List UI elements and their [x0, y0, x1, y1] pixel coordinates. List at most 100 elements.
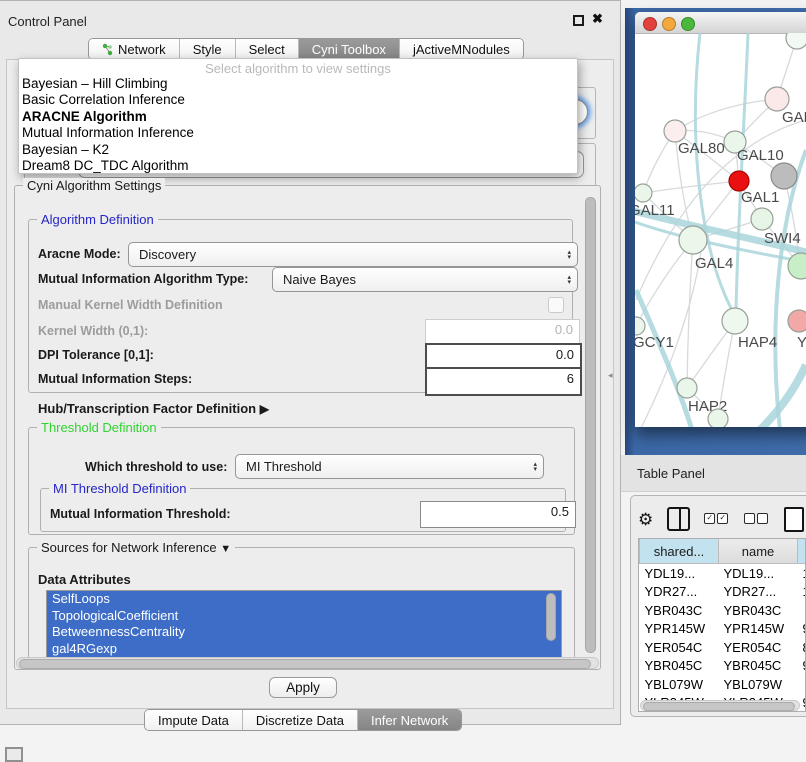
algorithm-option[interactable]: Bayesian – Hill Climbing — [19, 76, 577, 92]
mi-threshold-field[interactable]: 0.5 — [420, 501, 576, 528]
tab-impute-data[interactable]: Impute Data — [145, 710, 243, 730]
table-cell: YBR043C — [719, 601, 798, 620]
settings-vertical-scrollbar[interactable] — [585, 197, 596, 653]
mi-steps-field[interactable]: 6 — [425, 367, 582, 396]
columns-icon[interactable] — [667, 507, 690, 531]
table-row[interactable]: YBR043CYBR043C — [640, 601, 806, 620]
table-row[interactable]: YDL19...YDL19...13 — [640, 564, 806, 583]
tab-network[interactable]: Network — [89, 39, 180, 59]
network-graph[interactable]: GALGAL80GAL10GAL1SWI4GAL11GAL4GCY1HAP4YH… — [635, 33, 806, 427]
attribute-item[interactable]: BetweennessCentrality — [47, 624, 561, 641]
combo-arrows-icon: ▴▾ — [533, 462, 537, 472]
network-node[interactable] — [635, 184, 652, 202]
settings-hscroll-thumb[interactable] — [19, 659, 591, 669]
network-node[interactable] — [708, 409, 728, 427]
network-node[interactable] — [729, 171, 749, 191]
table-cell: YBL079W — [719, 675, 798, 694]
table-row[interactable]: YBL079WYBL079W — [640, 675, 806, 694]
network-edge — [675, 99, 777, 131]
table-row[interactable]: YDR27...YDR27...12 — [640, 583, 806, 602]
table-cell: 8. — [798, 638, 806, 657]
aracne-mode-value: Discovery — [139, 247, 196, 262]
panel-grabber-icon[interactable]: ◂ — [608, 370, 613, 381]
network-node[interactable] — [788, 253, 806, 279]
algorithm-option[interactable]: Mutual Information Inference — [19, 125, 577, 141]
network-node[interactable] — [635, 317, 645, 335]
settings-hscroll-track[interactable] — [16, 657, 599, 669]
column-header[interactable]: A — [798, 539, 806, 564]
collapsed-panel-button[interactable] — [5, 747, 23, 762]
network-window-titlebar[interactable] — [635, 12, 806, 34]
tab-infer-network[interactable]: Infer Network — [358, 710, 461, 730]
network-node[interactable] — [788, 310, 806, 332]
network-node[interactable] — [722, 308, 748, 334]
table-row[interactable]: YPR145WYPR145W9. — [640, 620, 806, 639]
sources-group-title[interactable]: Sources for Network Inference ▼ — [37, 540, 235, 555]
close-traffic-light-icon[interactable] — [643, 17, 657, 31]
table-hscroll-track[interactable] — [640, 700, 800, 711]
deselect-all-icon[interactable] — [744, 510, 770, 528]
mi-type-combobox[interactable]: Naive Bayes ▴▾ — [272, 267, 578, 292]
table-cell: 9. — [798, 657, 806, 676]
table-cell: 9. — [798, 620, 806, 639]
algorithm-popup-placeholder: Select algorithm to view settings — [19, 59, 577, 76]
data-attributes-list[interactable]: SelfLoopsTopologicalCoefficientBetweenne… — [46, 590, 562, 658]
aracne-mode-combobox[interactable]: Discovery ▴▾ — [128, 242, 578, 267]
hub-definition-toggle[interactable]: Hub/Transcription Factor Definition ▶ — [38, 401, 269, 416]
tab-discretize-data[interactable]: Discretize Data — [243, 710, 358, 730]
close-icon[interactable]: ✖ — [592, 11, 603, 27]
select-all-icon[interactable]: ✓✓ — [704, 510, 730, 528]
table-toolbar: ⚙ ✓✓ — [638, 505, 806, 533]
algorithm-option[interactable]: Bayesian – K2 — [19, 142, 577, 158]
column-header[interactable]: name — [719, 539, 798, 564]
table-row[interactable]: YER054CYER054C8. — [640, 638, 806, 657]
tab-style[interactable]: Style — [180, 39, 236, 59]
network-icon — [102, 43, 113, 56]
tab-label: Impute Data — [158, 713, 229, 728]
mi-threshold-group-title: MI Threshold Definition — [49, 481, 190, 496]
attributes-list-scrollbar[interactable] — [546, 593, 556, 641]
zoom-traffic-light-icon[interactable] — [681, 17, 695, 31]
table-cell: YER054C — [640, 638, 719, 657]
network-node[interactable] — [664, 120, 686, 142]
table-cell: YPR145W — [719, 620, 798, 639]
network-node[interactable] — [786, 33, 806, 49]
network-node[interactable] — [765, 87, 789, 111]
network-node[interactable] — [771, 163, 797, 189]
manual-kernel-checkbox[interactable] — [548, 297, 564, 313]
tab-label: Infer Network — [371, 713, 448, 728]
network-node[interactable] — [751, 208, 773, 230]
gear-icon[interactable]: ⚙ — [638, 511, 653, 528]
manual-kernel-label: Manual Kernel Width Definition — [38, 298, 223, 312]
apply-button[interactable]: Apply — [269, 677, 337, 698]
algorithm-option[interactable]: Dream8 DC_TDC Algorithm — [19, 158, 577, 174]
document-icon[interactable] — [784, 507, 804, 532]
table-cell — [798, 601, 806, 620]
network-edge — [687, 240, 693, 388]
table-cell: 12 — [798, 583, 806, 602]
kernel-width-label: Kernel Width (0,1): — [38, 324, 148, 338]
float-window-icon[interactable] — [573, 15, 584, 26]
which-threshold-combobox[interactable]: MI Threshold ▴▾ — [235, 454, 544, 479]
column-header[interactable]: shared... — [640, 539, 719, 564]
table-row[interactable]: YBR045CYBR045C9. — [640, 657, 806, 676]
node-label: Y — [797, 334, 806, 351]
network-node[interactable] — [677, 378, 697, 398]
attribute-item[interactable]: TopologicalCoefficient — [47, 608, 561, 625]
tab-label: Discretize Data — [256, 713, 344, 728]
network-node[interactable] — [679, 226, 707, 254]
minimize-traffic-light-icon[interactable] — [662, 17, 676, 31]
mi-threshold-label: Mutual Information Threshold: — [50, 507, 231, 521]
attribute-item[interactable]: SelfLoops — [47, 591, 561, 608]
kernel-width-field[interactable]: 0.0 — [425, 319, 580, 346]
table-cell: 13 — [798, 564, 806, 583]
infer-tabs: Impute Data Discretize Data Infer Network — [144, 709, 462, 731]
algorithm-option[interactable]: ARACNE Algorithm — [19, 109, 577, 125]
attribute-item[interactable]: gal4RGexp — [47, 641, 561, 658]
tab-select[interactable]: Select — [236, 39, 299, 59]
data-attributes-label: Data Attributes — [38, 572, 131, 587]
tab-cyni-toolbox[interactable]: Cyni Toolbox — [299, 39, 400, 59]
table-hscroll-thumb[interactable] — [643, 702, 795, 711]
tab-jactivemnodules[interactable]: jActiveMNodules — [400, 39, 523, 59]
algorithm-option[interactable]: Basic Correlation Inference — [19, 92, 577, 108]
